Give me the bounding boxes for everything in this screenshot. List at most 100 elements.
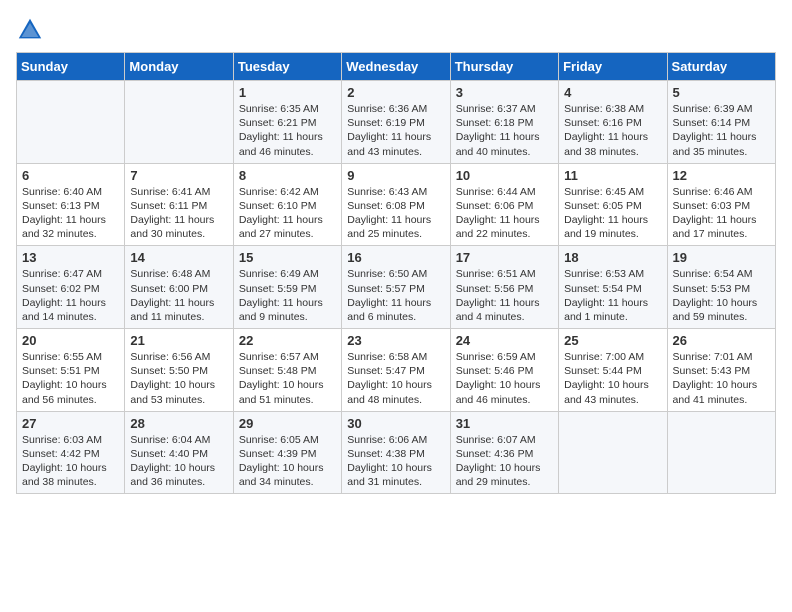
calendar-cell: 4Sunrise: 6:38 AMSunset: 6:16 PMDaylight… [559,81,667,164]
cell-info: Sunrise: 6:41 AMSunset: 6:11 PMDaylight:… [130,185,227,242]
header-day-monday: Monday [125,53,233,81]
header-day-thursday: Thursday [450,53,558,81]
day-number: 8 [239,168,336,183]
calendar-cell: 27 Sunrise: 6:03 AMSunset: 4:42 PMDayligh… [17,411,125,494]
day-number: 3 [456,85,553,100]
cell-info: Sunrise: 6:53 AMSunset: 5:54 PMDaylight:… [564,267,661,324]
cell-info: Sunrise: 6:40 AMSunset: 6:13 PMDaylight:… [22,185,119,242]
day-number: 11 [564,168,661,183]
cell-info: Sunrise: 6:36 AMSunset: 6:19 PMDaylight:… [347,102,444,159]
cell-info: Sunrise: 6:45 AMSunset: 6:05 PMDaylight:… [564,185,661,242]
cell-info: Sunrise: 6:48 AMSunset: 6:00 PMDaylight:… [130,267,227,324]
cell-info: Sunrise: 6:49 AMSunset: 5:59 PMDaylight:… [239,267,336,324]
day-number: 9 [347,168,444,183]
calendar-cell: 12 Sunrise: 6:46 AMSunset: 6:03 PMDayligh… [667,163,775,246]
logo-icon [16,16,44,44]
cell-info: Sunrise: 6:38 AMSunset: 6:16 PMDaylight:… [564,102,661,159]
calendar-cell: 8 Sunrise: 6:42 AMSunset: 6:10 PMDaylight… [233,163,341,246]
cell-info: Sunrise: 6:58 AMSunset: 5:47 PMDaylight:… [347,350,444,407]
calendar-row: 20 Sunrise: 6:55 AMSunset: 5:51 PMDayligh… [17,329,776,412]
calendar-cell: 15 Sunrise: 6:49 AMSunset: 5:59 PMDayligh… [233,246,341,329]
header-day-tuesday: Tuesday [233,53,341,81]
calendar-cell: 28 Sunrise: 6:04 AMSunset: 4:40 PMDayligh… [125,411,233,494]
cell-info: Sunrise: 6:57 AMSunset: 5:48 PMDaylight:… [239,350,336,407]
cell-info: Sunrise: 6:47 AMSunset: 6:02 PMDaylight:… [22,267,119,324]
day-number: 14 [130,250,227,265]
header-day-saturday: Saturday [667,53,775,81]
day-number: 30 [347,416,444,431]
calendar-cell: 20 Sunrise: 6:55 AMSunset: 5:51 PMDayligh… [17,329,125,412]
cell-info: Sunrise: 6:44 AMSunset: 6:06 PMDaylight:… [456,185,553,242]
header-row: SundayMondayTuesdayWednesdayThursdayFrid… [17,53,776,81]
calendar-cell: 31Sunrise: 6:07 AMSunset: 4:36 PMDayligh… [450,411,558,494]
calendar-cell [125,81,233,164]
day-number: 2 [347,85,444,100]
cell-info: Sunrise: 7:00 AMSunset: 5:44 PMDaylight:… [564,350,661,407]
cell-info: Sunrise: 6:42 AMSunset: 6:10 PMDaylight:… [239,185,336,242]
calendar-body: 1Sunrise: 6:35 AMSunset: 6:21 PMDaylight… [17,81,776,494]
cell-info: Sunrise: 6:54 AMSunset: 5:53 PMDaylight:… [673,267,770,324]
calendar-cell: 10Sunrise: 6:44 AMSunset: 6:06 PMDayligh… [450,163,558,246]
header-day-wednesday: Wednesday [342,53,450,81]
calendar-cell: 30 Sunrise: 6:06 AMSunset: 4:38 PMDayligh… [342,411,450,494]
cell-info: Sunrise: 6:55 AMSunset: 5:51 PMDaylight:… [22,350,119,407]
cell-info: Sunrise: 6:46 AMSunset: 6:03 PMDaylight:… [673,185,770,242]
calendar-cell: 1Sunrise: 6:35 AMSunset: 6:21 PMDaylight… [233,81,341,164]
header-day-friday: Friday [559,53,667,81]
cell-info: Sunrise: 6:50 AMSunset: 5:57 PMDaylight:… [347,267,444,324]
day-number: 19 [673,250,770,265]
calendar-cell: 18 Sunrise: 6:53 AMSunset: 5:54 PMDayligh… [559,246,667,329]
day-number: 16 [347,250,444,265]
calendar-cell: 22 Sunrise: 6:57 AMSunset: 5:48 PMDayligh… [233,329,341,412]
day-number: 7 [130,168,227,183]
cell-info: Sunrise: 6:59 AMSunset: 5:46 PMDaylight:… [456,350,553,407]
calendar-row: 27 Sunrise: 6:03 AMSunset: 4:42 PMDayligh… [17,411,776,494]
day-number: 29 [239,416,336,431]
calendar-cell: 3 Sunrise: 6:37 AMSunset: 6:18 PMDaylight… [450,81,558,164]
logo [16,16,48,44]
calendar-cell: 19 Sunrise: 6:54 AMSunset: 5:53 PMDayligh… [667,246,775,329]
calendar-cell: 21Sunrise: 6:56 AMSunset: 5:50 PMDayligh… [125,329,233,412]
calendar-cell: 29Sunrise: 6:05 AMSunset: 4:39 PMDayligh… [233,411,341,494]
day-number: 21 [130,333,227,348]
calendar-row: 1Sunrise: 6:35 AMSunset: 6:21 PMDaylight… [17,81,776,164]
calendar-cell [559,411,667,494]
calendar-cell: 24Sunrise: 6:59 AMSunset: 5:46 PMDayligh… [450,329,558,412]
calendar-cell: 16 Sunrise: 6:50 AMSunset: 5:57 PMDayligh… [342,246,450,329]
day-number: 1 [239,85,336,100]
day-number: 6 [22,168,119,183]
header-day-sunday: Sunday [17,53,125,81]
calendar-row: 13Sunrise: 6:47 AMSunset: 6:02 PMDayligh… [17,246,776,329]
calendar-row: 6 Sunrise: 6:40 AMSunset: 6:13 PMDaylight… [17,163,776,246]
calendar-cell: 9 Sunrise: 6:43 AMSunset: 6:08 PMDaylight… [342,163,450,246]
calendar-cell: 5Sunrise: 6:39 AMSunset: 6:14 PMDaylight… [667,81,775,164]
day-number: 26 [673,333,770,348]
cell-info: Sunrise: 7:01 AMSunset: 5:43 PMDaylight:… [673,350,770,407]
calendar-cell: 23 Sunrise: 6:58 AMSunset: 5:47 PMDayligh… [342,329,450,412]
cell-info: Sunrise: 6:07 AMSunset: 4:36 PMDaylight:… [456,433,553,490]
cell-info: Sunrise: 6:04 AMSunset: 4:40 PMDaylight:… [130,433,227,490]
day-number: 18 [564,250,661,265]
day-number: 12 [673,168,770,183]
day-number: 20 [22,333,119,348]
cell-info: Sunrise: 6:03 AMSunset: 4:42 PMDaylight:… [22,433,119,490]
calendar-cell: 14 Sunrise: 6:48 AMSunset: 6:00 PMDayligh… [125,246,233,329]
calendar-cell: 17Sunrise: 6:51 AMSunset: 5:56 PMDayligh… [450,246,558,329]
calendar-cell [667,411,775,494]
day-number: 23 [347,333,444,348]
day-number: 22 [239,333,336,348]
calendar-header: SundayMondayTuesdayWednesdayThursdayFrid… [17,53,776,81]
calendar-cell: 11 Sunrise: 6:45 AMSunset: 6:05 PMDayligh… [559,163,667,246]
page-header [16,16,776,44]
calendar-cell: 25Sunrise: 7:00 AMSunset: 5:44 PMDayligh… [559,329,667,412]
calendar-cell: 7 Sunrise: 6:41 AMSunset: 6:11 PMDaylight… [125,163,233,246]
cell-info: Sunrise: 6:37 AMSunset: 6:18 PMDaylight:… [456,102,553,159]
cell-info: Sunrise: 6:51 AMSunset: 5:56 PMDaylight:… [456,267,553,324]
cell-info: Sunrise: 6:43 AMSunset: 6:08 PMDaylight:… [347,185,444,242]
day-number: 15 [239,250,336,265]
day-number: 27 [22,416,119,431]
day-number: 28 [130,416,227,431]
calendar-cell: 2 Sunrise: 6:36 AMSunset: 6:19 PMDaylight… [342,81,450,164]
calendar-cell: 26 Sunrise: 7:01 AMSunset: 5:43 PMDayligh… [667,329,775,412]
cell-info: Sunrise: 6:06 AMSunset: 4:38 PMDaylight:… [347,433,444,490]
